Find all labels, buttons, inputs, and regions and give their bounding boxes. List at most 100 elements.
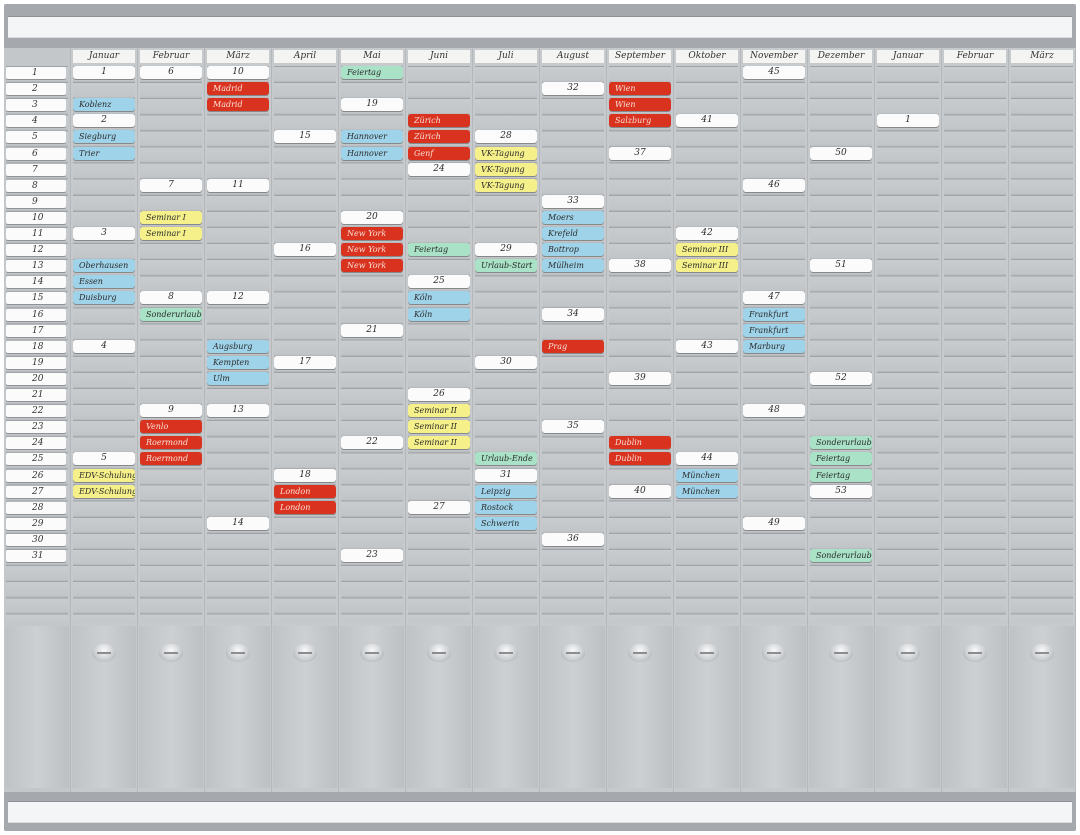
- week-number-card[interactable]: 43: [676, 339, 738, 353]
- column-release-knob-icon[interactable]: [896, 644, 920, 662]
- column-release-knob-icon[interactable]: [427, 644, 451, 662]
- column-release-knob-icon[interactable]: [628, 644, 652, 662]
- planning-card[interactable]: Leipzig: [475, 484, 537, 498]
- planning-card[interactable]: VK-Tagung: [475, 146, 537, 160]
- week-number-card[interactable]: 17: [274, 355, 336, 369]
- column-release-knob-icon[interactable]: [829, 644, 853, 662]
- column-release-knob-icon[interactable]: [226, 644, 250, 662]
- column-release-knob-icon[interactable]: [360, 644, 384, 662]
- planning-card[interactable]: Seminar I: [140, 227, 202, 240]
- week-number-card[interactable]: 48: [743, 404, 805, 418]
- planning-card[interactable]: Duisburg: [73, 291, 135, 305]
- week-number-card[interactable]: 46: [743, 178, 805, 192]
- week-number-card[interactable]: 14: [207, 516, 269, 530]
- planning-card[interactable]: Genf: [408, 146, 470, 160]
- column-release-knob-icon[interactable]: [963, 644, 987, 662]
- planning-card[interactable]: Feiertag: [341, 66, 403, 79]
- week-number-card[interactable]: 7: [140, 178, 202, 192]
- week-number-card[interactable]: 3: [73, 227, 135, 240]
- planning-card[interactable]: Trier: [73, 146, 135, 160]
- week-number-card[interactable]: 15: [274, 130, 336, 144]
- planning-card[interactable]: Hannover: [341, 146, 403, 160]
- planning-card[interactable]: Ulm: [207, 371, 269, 385]
- planning-card[interactable]: VK-Tagung: [475, 162, 537, 176]
- planning-card[interactable]: Siegburg: [73, 130, 135, 144]
- planning-card[interactable]: Feiertag: [408, 243, 470, 257]
- column-release-knob-icon[interactable]: [1030, 644, 1054, 662]
- planning-card[interactable]: EDV-Schulung: [73, 484, 135, 498]
- planning-card[interactable]: Roermond: [140, 452, 202, 466]
- week-number-card[interactable]: 25: [408, 275, 470, 289]
- week-number-card[interactable]: 1: [73, 66, 135, 79]
- column-release-knob-icon[interactable]: [293, 644, 317, 662]
- column-release-knob-icon[interactable]: [92, 644, 116, 662]
- week-number-card[interactable]: 35: [542, 420, 604, 434]
- planning-card[interactable]: Wien: [609, 82, 671, 96]
- planning-card[interactable]: Wien: [609, 98, 671, 112]
- week-number-card[interactable]: 2: [73, 114, 135, 128]
- week-number-card[interactable]: 39: [609, 371, 671, 385]
- planning-card[interactable]: Sonderurlaub: [140, 307, 202, 321]
- planning-card[interactable]: Dublin: [609, 452, 671, 466]
- week-number-card[interactable]: 18: [274, 468, 336, 482]
- week-number-card[interactable]: 24: [408, 162, 470, 176]
- week-number-card[interactable]: 33: [542, 194, 604, 208]
- planning-card[interactable]: Krefeld: [542, 227, 604, 240]
- week-number-card[interactable]: 53: [810, 484, 872, 498]
- week-number-card[interactable]: 50: [810, 146, 872, 160]
- planning-card[interactable]: Rostock: [475, 500, 537, 514]
- planning-card[interactable]: London: [274, 500, 336, 514]
- planning-card[interactable]: New York: [341, 227, 403, 240]
- week-number-card[interactable]: 30: [475, 355, 537, 369]
- planning-card[interactable]: Koblenz: [73, 98, 135, 112]
- planning-card[interactable]: Seminar III: [676, 259, 738, 273]
- week-number-card[interactable]: 8: [140, 291, 202, 305]
- week-number-card[interactable]: 4: [73, 339, 135, 353]
- planning-card[interactable]: New York: [341, 243, 403, 257]
- week-number-card[interactable]: 41: [676, 114, 738, 128]
- planning-card[interactable]: Dublin: [609, 436, 671, 450]
- week-number-card[interactable]: 40: [609, 484, 671, 498]
- week-number-card[interactable]: 49: [743, 516, 805, 530]
- planning-card[interactable]: Zürich: [408, 114, 470, 128]
- column-release-knob-icon[interactable]: [695, 644, 719, 662]
- planning-card[interactable]: Madrid: [207, 98, 269, 112]
- planning-card[interactable]: München: [676, 484, 738, 498]
- column-release-knob-icon[interactable]: [561, 644, 585, 662]
- planning-card[interactable]: Feiertag: [810, 468, 872, 482]
- planning-card[interactable]: Frankfurt: [743, 323, 805, 337]
- week-number-card[interactable]: 6: [140, 66, 202, 79]
- week-number-card[interactable]: 19: [341, 98, 403, 112]
- week-number-card[interactable]: 1: [877, 114, 939, 128]
- planning-card[interactable]: Seminar III: [676, 243, 738, 257]
- planning-card[interactable]: Moers: [542, 210, 604, 224]
- week-number-card[interactable]: 47: [743, 291, 805, 305]
- planning-card[interactable]: Köln: [408, 291, 470, 305]
- planning-card[interactable]: Urlaub-Start: [475, 259, 537, 273]
- planning-card[interactable]: Kempten: [207, 355, 269, 369]
- planning-card[interactable]: Marburg: [743, 339, 805, 353]
- week-number-card[interactable]: 36: [542, 532, 604, 546]
- planning-card[interactable]: Venlo: [140, 420, 202, 434]
- planning-card[interactable]: Schwerin: [475, 516, 537, 530]
- planning-card[interactable]: Hannover: [341, 130, 403, 144]
- week-number-card[interactable]: 20: [341, 210, 403, 224]
- planning-card[interactable]: Seminar II: [408, 420, 470, 434]
- week-number-card[interactable]: 45: [743, 66, 805, 79]
- week-number-card[interactable]: 52: [810, 371, 872, 385]
- week-number-card[interactable]: 21: [341, 323, 403, 337]
- week-number-card[interactable]: 5: [73, 452, 135, 466]
- planning-card[interactable]: Sonderurlaub: [810, 549, 872, 562]
- planning-card[interactable]: VK-Tagung: [475, 178, 537, 192]
- week-number-card[interactable]: 13: [207, 404, 269, 418]
- column-release-knob-icon[interactable]: [494, 644, 518, 662]
- week-number-card[interactable]: 28: [475, 130, 537, 144]
- planning-card[interactable]: Seminar I: [140, 210, 202, 224]
- planning-card[interactable]: Madrid: [207, 82, 269, 96]
- planning-card[interactable]: Urlaub-Ende: [475, 452, 537, 466]
- week-number-card[interactable]: 32: [542, 82, 604, 96]
- planning-card[interactable]: Roermond: [140, 436, 202, 450]
- planning-card[interactable]: Frankfurt: [743, 307, 805, 321]
- column-release-knob-icon[interactable]: [762, 644, 786, 662]
- week-number-card[interactable]: 9: [140, 404, 202, 418]
